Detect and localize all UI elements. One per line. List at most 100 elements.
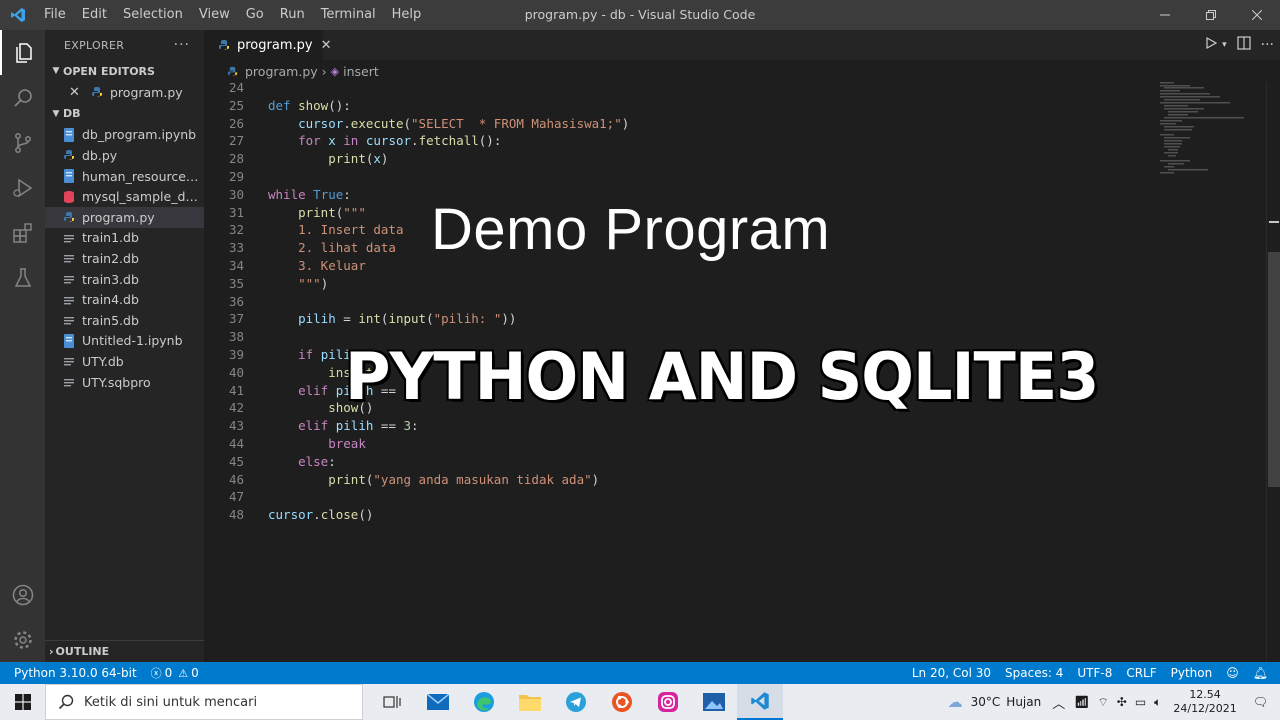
- menu-view[interactable]: View: [191, 0, 238, 30]
- taskbar-mail[interactable]: [415, 684, 461, 720]
- source-control-button[interactable]: [0, 120, 45, 165]
- menu-file[interactable]: File: [36, 0, 74, 30]
- minimize-button[interactable]: [1142, 0, 1188, 30]
- line-number: 31: [228, 204, 244, 220]
- problems-indicator[interactable]: ⓧ 0 ⚠ 0: [144, 665, 206, 681]
- code-token: pilih: [298, 311, 336, 327]
- code-token: .: [313, 507, 321, 523]
- chevron-right-icon: ›: [49, 645, 54, 658]
- chevron-down-icon: ▼: [52, 66, 60, 76]
- end-of-line[interactable]: CRLF: [1119, 666, 1163, 680]
- code-token: :: [343, 186, 351, 202]
- outline-section[interactable]: › OUTLINE: [45, 640, 204, 662]
- taskbar-edge[interactable]: [461, 684, 507, 720]
- volume-icon[interactable]: 🔈︎: [1150, 695, 1165, 710]
- taskbar-vscode[interactable]: [737, 684, 783, 720]
- explorer-button[interactable]: [0, 30, 45, 75]
- scrollbar-thumb[interactable]: [1268, 252, 1280, 487]
- file-item[interactable]: train2.db: [45, 248, 204, 269]
- chevron-up-icon[interactable]: ︿: [1047, 693, 1070, 712]
- file-item[interactable]: db_program.ipynb: [45, 125, 204, 146]
- file-item[interactable]: train3.db: [45, 269, 204, 290]
- more-actions-icon[interactable]: ···: [174, 37, 190, 53]
- tab-program-py[interactable]: program.py ✕: [204, 30, 331, 60]
- file-item[interactable]: train5.db: [45, 310, 204, 331]
- notebook-icon: [61, 333, 77, 349]
- clock[interactable]: 12.54 24/12/2021: [1165, 688, 1244, 716]
- taskbar-file-explorer[interactable]: [507, 684, 553, 720]
- feedback-icon[interactable]: ☺: [1219, 666, 1246, 680]
- menu-help[interactable]: Help: [384, 0, 430, 30]
- taskbar-telegram[interactable]: [553, 684, 599, 720]
- extensions-button[interactable]: [0, 210, 45, 255]
- split-editor-icon[interactable]: [1237, 36, 1251, 54]
- taskbar-ubuntu[interactable]: [599, 684, 645, 720]
- more-actions-icon[interactable]: ···: [1261, 37, 1274, 53]
- file-item[interactable]: db.py: [45, 145, 204, 166]
- open-editor-item[interactable]: ✕ program.py: [45, 82, 204, 103]
- code-token: while: [268, 186, 306, 202]
- notifications-icon[interactable]: 🔔︎: [1246, 666, 1280, 680]
- code-token: pilih: [335, 418, 374, 434]
- code-token: print: [298, 204, 336, 220]
- file-item[interactable]: Untitled-1.ipynb: [45, 331, 204, 352]
- task-view-button[interactable]: [369, 684, 415, 720]
- close-window-button[interactable]: [1234, 0, 1280, 30]
- scroll-marker: [1269, 221, 1279, 223]
- restore-button[interactable]: [1188, 0, 1234, 30]
- run-debug-button[interactable]: [0, 165, 45, 210]
- file-item[interactable]: train1.db: [45, 228, 204, 249]
- python-icon: [61, 209, 77, 225]
- start-button[interactable]: [0, 684, 45, 720]
- file-name: db_program.ipynb: [82, 127, 197, 143]
- cursor-position[interactable]: Ln 20, Col 30: [905, 666, 998, 680]
- taskbar-photos[interactable]: [691, 684, 737, 720]
- line-number: 44: [228, 436, 244, 451]
- indentation[interactable]: Spaces: 4: [998, 666, 1070, 680]
- menu-edit[interactable]: Edit: [74, 0, 115, 30]
- taskbar-search[interactable]: Ketik di sini untuk mencari: [45, 684, 363, 720]
- manage-button[interactable]: [0, 617, 45, 662]
- chevron-down-icon[interactable]: ▾: [1222, 40, 1227, 50]
- open-editors-section[interactable]: ▼ OPEN EDITORS: [45, 60, 204, 82]
- weather-widget[interactable]: ☁︎ 30°C Hujan: [942, 693, 1048, 711]
- menu-run[interactable]: Run: [272, 0, 313, 30]
- python-icon: [224, 63, 240, 79]
- close-tab-icon[interactable]: ✕: [321, 38, 332, 53]
- python-icon: [216, 37, 232, 53]
- close-icon[interactable]: ✕: [69, 85, 83, 100]
- close-icon: [1252, 10, 1262, 20]
- minimap[interactable]: [1156, 82, 1266, 662]
- line-number: 39: [228, 347, 244, 362]
- wifi-icon[interactable]: ⌔: [1093, 695, 1112, 710]
- menu-terminal[interactable]: Terminal: [313, 0, 384, 30]
- folder-section[interactable]: ▼ DB: [45, 103, 204, 125]
- file-item[interactable]: UTY.db: [45, 351, 204, 372]
- encoding[interactable]: UTF-8: [1070, 666, 1119, 680]
- menu-selection[interactable]: Selection: [115, 0, 191, 30]
- file-item[interactable]: mysql_sample_databa...: [45, 186, 204, 207]
- file-item[interactable]: program.py: [45, 206, 204, 228]
- file-item[interactable]: UTY.sqbpro: [45, 372, 204, 393]
- search-icon: [58, 694, 74, 710]
- file-item[interactable]: train4.db: [45, 289, 204, 310]
- battery-icon[interactable]: ▭: [1131, 695, 1150, 709]
- vscode-logo-icon[interactable]: [0, 0, 36, 30]
- breadcrumb-file[interactable]: program.py: [245, 64, 318, 79]
- editor-scrollbar[interactable]: [1266, 82, 1280, 662]
- menu-go[interactable]: Go: [238, 0, 272, 30]
- language-mode[interactable]: Python: [1164, 666, 1220, 680]
- file-item[interactable]: human_resource_db_...: [45, 166, 204, 187]
- search-button[interactable]: [0, 75, 45, 120]
- file-icon: [61, 250, 77, 266]
- testing-button[interactable]: [0, 255, 45, 300]
- dropbox-icon[interactable]: ✣: [1113, 695, 1131, 709]
- notification-center-icon[interactable]: 🗨︎: [1245, 695, 1280, 709]
- network-icon[interactable]: 📶︎: [1070, 695, 1093, 709]
- accounts-button[interactable]: [0, 572, 45, 617]
- taskbar-instagram[interactable]: [645, 684, 691, 720]
- code-token: input: [388, 311, 427, 327]
- python-interpreter[interactable]: Python 3.10.0 64-bit: [0, 666, 144, 680]
- run-file-icon[interactable]: [1204, 36, 1218, 54]
- breadcrumb-symbol[interactable]: insert: [343, 64, 379, 79]
